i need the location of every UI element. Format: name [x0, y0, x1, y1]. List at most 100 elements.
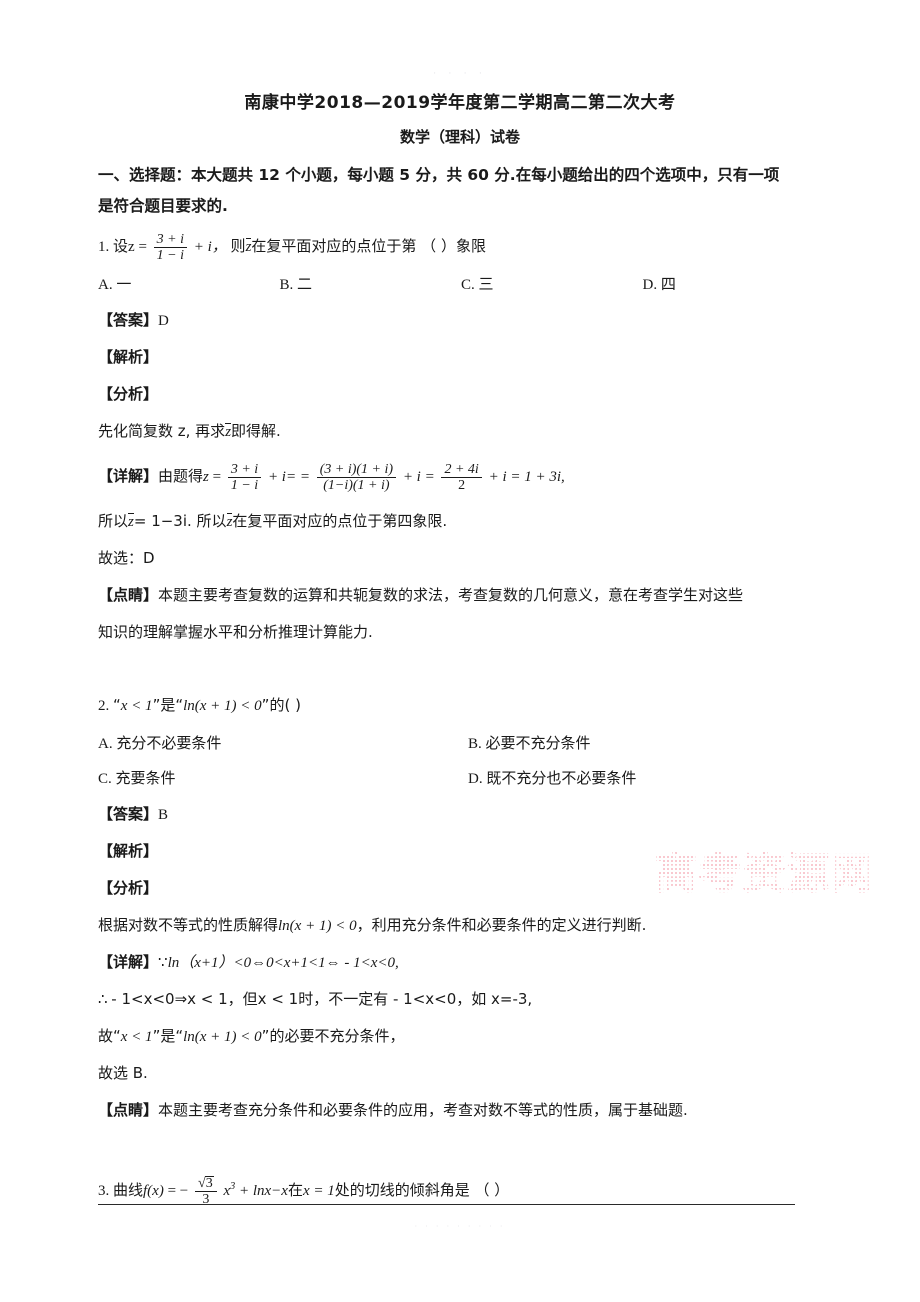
q1-xj-f2-num: (3 + i)(1 + i) — [319, 461, 394, 477]
exam-paper-page: · · · · 高考资源网 南康中学2018—2019学年度第二学期高二第二次大… — [0, 0, 920, 1302]
q2-answer-label: 【答案】 — [98, 805, 159, 823]
q1-equals: = — [138, 239, 147, 255]
q2-option-a-text: 充分不必要条件 — [116, 734, 222, 752]
q2-xj-text-2: - 1<x<0⇒x < 1，但x < 1时，不一定有 - 1<x<0，如 x=-… — [111, 990, 533, 1008]
q2-xj-text-1: ln（x+1）<0⇔0<x+1<1⇔ - 1<x<0, — [167, 955, 399, 971]
q2-xj3-c: ”的必要不充分条件， — [261, 1027, 405, 1045]
q1-xiangjie-fraction-1: 3 + i 1 − i — [227, 461, 262, 494]
q1-option-b[interactable]: B. 二 — [280, 267, 462, 302]
q1-dianjing-label: 【点睛】 — [98, 586, 159, 604]
q1-concl-a: 所以 — [98, 512, 129, 530]
page-title: 南康中学2018—2019学年度第二学期高二第二次大考 — [244, 93, 676, 113]
q2-quote-2: ”是“ — [152, 696, 184, 714]
q2-option-d[interactable]: D. 既不充分也不必要条件 — [454, 761, 824, 796]
q1-answer-label: 【答案】 — [98, 311, 159, 329]
q2-option-d-label: D. — [468, 771, 483, 787]
q2-math-1: x < 1 — [120, 698, 153, 714]
q2-fenxi-text-b: ，利用充分条件和必要条件的定义进行判断. — [356, 916, 647, 934]
question-2-options-row-1: A. 充分不必要条件 B. 必要不充分条件 — [98, 726, 824, 761]
q1-dianjing-line-2: 知识的理解掌握水平和分析推理计算能力. — [98, 614, 824, 651]
q1-xiangjie-eq1: = — [212, 469, 222, 485]
q2-option-b[interactable]: B. 必要不充分条件 — [454, 726, 824, 761]
q2-xj-symbol: ∵ — [158, 955, 168, 971]
q1-xiangjie-op3: + i = 1 + 3i, — [488, 469, 565, 485]
q2-xiangjie-line-1: 【详解】∵ln（x+1）<0⇔0<x+1<1⇔ - 1<x<0, — [98, 944, 824, 981]
q1-xiangjie-z: z — [203, 469, 209, 485]
question-3-stem: 3. 曲线f(x) = − √3 3 x3 + lnx−x在x = 1处的切线的… — [98, 1163, 824, 1215]
q2-option-c-label: C. — [98, 771, 112, 787]
q2-fenxi-row: 【分析】 — [98, 870, 824, 907]
q2-option-b-label: B. — [468, 736, 482, 752]
q1-option-c[interactable]: C. 三 — [461, 267, 643, 302]
q2-dianjing-row: 【点睛】本题主要考查充分条件和必要条件的应用，考查对数不等式的性质，属于基础题. — [98, 1092, 824, 1129]
q2-dianjing-label: 【点睛】 — [98, 1101, 159, 1119]
q3-stem-a: 曲线 — [113, 1181, 144, 1199]
question-2-options-row-2: C. 充要条件 D. 既不充分也不必要条件 — [98, 761, 824, 796]
q1-xj-f1-num: 3 + i — [230, 461, 259, 477]
q1-option-d-label: D. — [642, 277, 658, 293]
page-subtitle: 数学（理科）试卷 — [399, 128, 520, 146]
q3-stem-d: 处的切线的倾斜角是 （ ） — [334, 1181, 510, 1199]
q1-concl-b: = 1−3i. 所以 — [133, 512, 227, 530]
q2-xj3-b: ”是“ — [152, 1027, 184, 1045]
q1-concl-c: 在复平面对应的点位于第四象限. — [232, 512, 448, 530]
q1-xj-f3-den: 2 — [441, 477, 482, 494]
q2-xiangjie-label: 【详解】 — [98, 953, 159, 971]
q1-option-a[interactable]: A. 一 — [98, 267, 280, 302]
q1-jiexi-row: 【解析】 — [98, 339, 824, 376]
section-heading-line2: 是符合题目要求的. — [98, 197, 228, 215]
q1-option-b-text: 二 — [297, 275, 313, 293]
q1-fenxi-label: 【分析】 — [98, 385, 159, 403]
q2-option-c[interactable]: C. 充要条件 — [98, 761, 454, 796]
q1-var: z — [128, 239, 135, 255]
q1-option-c-text: 三 — [478, 275, 494, 293]
q2-jiexi-label: 【解析】 — [98, 842, 159, 860]
footer-dot-marker: · · · · · · · · · — [414, 1222, 506, 1231]
q1-stem-prefix: 设 — [113, 237, 129, 255]
q2-fenxi-text: 根据对数不等式的性质解得ln(x + 1) < 0，利用充分条件和必要条件的定义… — [98, 907, 824, 944]
question-spacer-1 — [98, 651, 824, 685]
q1-stem-tail: 在复平面对应的点位于第 （ ）象限 — [251, 237, 486, 255]
q1-xiangjie-label: 【详解】 — [98, 467, 159, 485]
q1-jiexi-label: 【解析】 — [98, 348, 159, 366]
q1-xj-f2-den: (1−i)(1 + i) — [316, 477, 397, 494]
q2-option-a-label: A. — [98, 736, 113, 752]
q1-xiangjie-op1: + i= = — [267, 469, 310, 485]
q1-number: 1. — [98, 239, 110, 255]
q1-option-d[interactable]: D. 四 — [643, 267, 825, 302]
q2-xiangjie-line-2: ∴ - 1<x<0⇒x < 1，但x < 1时，不一定有 - 1<x<0，如 x… — [98, 981, 824, 1018]
q3-sqrt-denominator: 3 — [195, 1191, 217, 1208]
q2-number: 2. — [98, 698, 110, 714]
q1-plus-i: + i， — [193, 239, 227, 255]
q2-xj3-math-1: x < 1 — [120, 1029, 153, 1045]
q1-fraction-denominator: 1 − i — [153, 247, 187, 264]
q3-number: 3. — [98, 1183, 110, 1199]
question-1-stem: 1. 设z = 3 + i 1 − i + i， 则z在复平面对应的点位于第 （… — [98, 226, 824, 267]
q2-answer-value: B — [158, 807, 169, 823]
question-spacer-2 — [98, 1129, 824, 1163]
q3-function: f(x) — [143, 1183, 164, 1199]
q1-dianjing-line-1: 【点睛】本题主要考查复数的运算和共轭复数的求法，考查复数的几何意义，意在考查学生… — [98, 577, 824, 614]
q3-stem-b: + lnx−x — [238, 1183, 288, 1199]
exam-content: 一、选择题：本大题共 12 个小题，每小题 5 分，共 60 分.在每小题给出的… — [98, 160, 824, 1215]
q2-fenxi-text-a: 根据对数不等式的性质解得 — [98, 916, 279, 934]
q1-answer-value: D — [158, 313, 169, 329]
q2-choose-row: 故选 B. — [98, 1055, 824, 1092]
q2-option-a[interactable]: A. 充分不必要条件 — [98, 726, 454, 761]
q1-xiangjie-fraction-2: (3 + i)(1 + i) (1−i)(1 + i) — [316, 461, 397, 494]
q2-option-d-text: 既不充分也不必要条件 — [486, 769, 637, 787]
q1-xiangjie-lead: 由题得 — [158, 467, 204, 485]
top-dot-marker: · · · · — [433, 68, 487, 78]
q1-fraction: 3 + i 1 − i — [153, 231, 187, 264]
q3-radicand: 3 — [204, 1175, 214, 1191]
q1-choose-row: 故选：D — [98, 540, 824, 577]
q1-answer-row: 【答案】D — [98, 302, 824, 339]
q2-option-b-text: 必要不充分条件 — [485, 734, 591, 752]
q2-dianjing-text: 本题主要考查充分条件和必要条件的应用，考查对数不等式的性质，属于基础题. — [158, 1101, 688, 1119]
q1-choose-text: 故选：D — [98, 549, 155, 567]
q1-fraction-numerator: 3 + i — [156, 231, 184, 247]
q1-fenxi-text-b: 即得解. — [231, 422, 281, 440]
q3-stem-cjk: 在 — [287, 1181, 303, 1199]
q2-quote-1: “ — [113, 696, 121, 714]
q2-quote-3: ”的( ) — [261, 696, 301, 714]
